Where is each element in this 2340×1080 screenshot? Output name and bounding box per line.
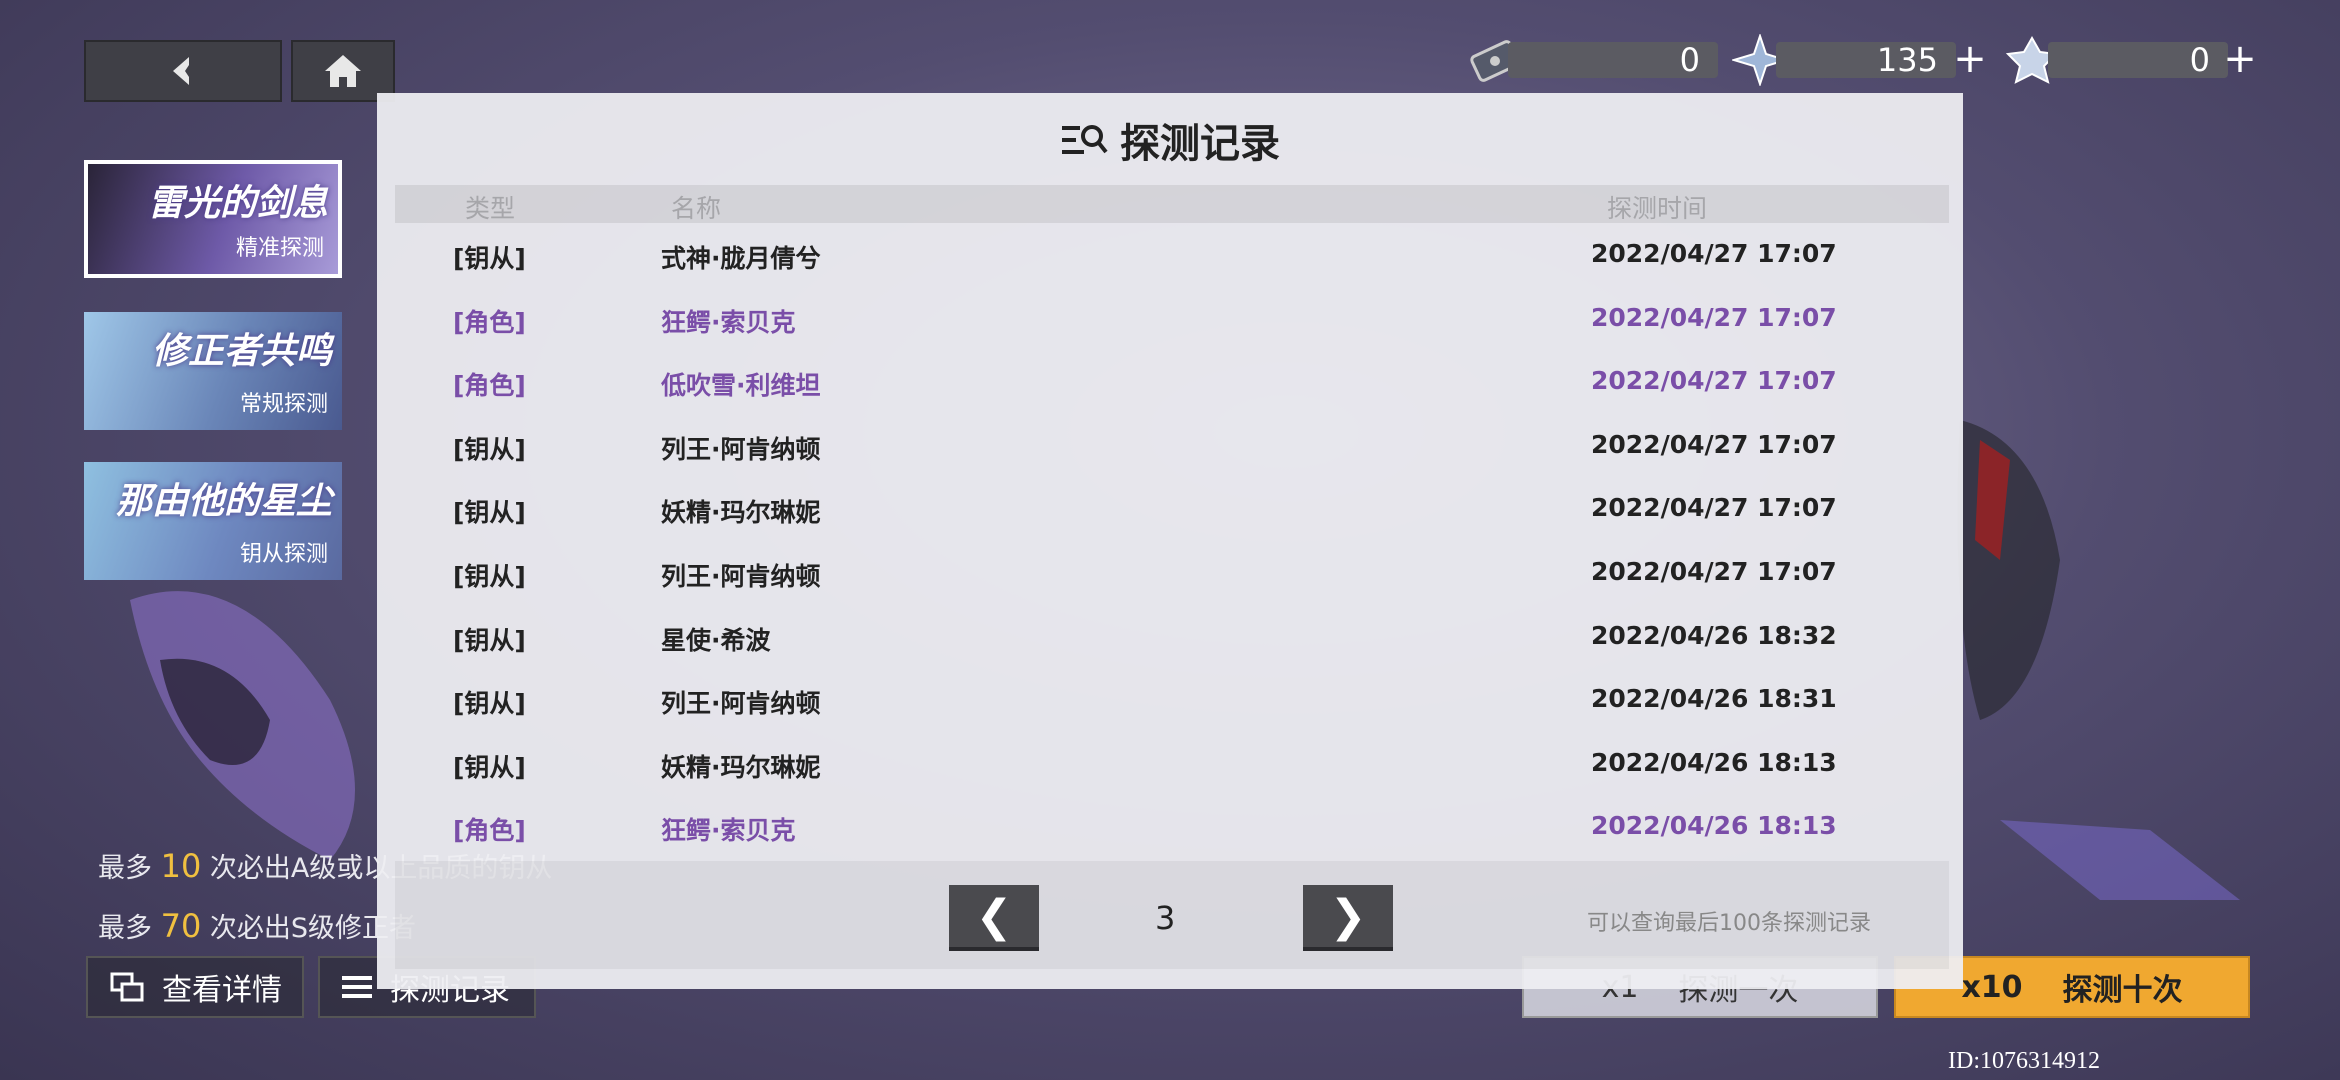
record-type: [钥从] <box>453 562 526 591</box>
records-modal: 探测记录 类型 名称 探测时间 [钥从] 式神·胧月倩兮 2022/04/27 17… <box>377 93 1963 989</box>
back-arrow-icon <box>173 57 189 85</box>
home-icon <box>325 55 361 87</box>
record-name: 狂鳄·索贝克 <box>661 307 796 337</box>
record-time: 2022/04/27 17:07 <box>1591 239 1837 268</box>
record-row: [角色] 低吹雪·利维坦 2022/04/27 17:07 <box>377 350 1963 414</box>
record-name: 列王·阿肯纳顿 <box>661 434 821 464</box>
record-type: [钥从] <box>453 752 526 782</box>
record-name: 狂鳄·索贝克 <box>661 816 796 846</box>
details-icon <box>110 972 144 1002</box>
user-id: ID:1076314912 <box>1948 1048 2100 1074</box>
record-name: 妖精·玛尔琳妮 <box>661 498 821 528</box>
col-type-header: 类型 <box>465 194 516 223</box>
record-time: 2022/04/27 17:07 <box>1591 557 1837 586</box>
banner-corrector-resonance[interactable]: 修正者共鸣 常规探测 <box>84 312 342 430</box>
record-type: [钥从] <box>453 244 526 273</box>
record-name: 列王·阿肯纳顿 <box>661 689 821 719</box>
list-icon <box>342 976 372 998</box>
record-type: [角色] <box>453 816 526 846</box>
banner-title: 那由他的星尘 <box>115 481 332 522</box>
resource-counter-1: 0 <box>1508 41 1718 79</box>
record-time: 2022/04/27 17:07 <box>1591 429 1837 459</box>
record-type: [角色] <box>453 371 526 401</box>
record-name: 列王·阿肯纳顿 <box>661 562 821 591</box>
modal-title: 探测记录 <box>377 111 1963 169</box>
record-type: [角色] <box>453 307 526 337</box>
col-time-header: 探测时间 <box>1607 194 1708 223</box>
page-number: 3 <box>1155 899 1176 937</box>
record-row: [钥从] 妖精·玛尔琳妮 2022/04/27 17:07 <box>377 477 1963 541</box>
record-time: 2022/04/27 17:07 <box>1591 493 1837 523</box>
record-name: 低吹雪·利维坦 <box>661 371 821 401</box>
record-search-icon <box>1062 125 1108 154</box>
banner-nayuta-stardust[interactable]: 那由他的星尘 钥从探测 <box>84 462 342 580</box>
table-header: 类型 名称 探测时间 <box>395 185 1949 223</box>
record-type: [钥从] <box>453 625 526 655</box>
add-resource-3-button[interactable]: + <box>2222 39 2258 79</box>
next-page-button[interactable]: ❯ <box>1303 885 1393 951</box>
col-name-header: 名称 <box>671 194 722 223</box>
record-time: 2022/04/26 18:13 <box>1591 811 1837 841</box>
record-time: 2022/04/27 17:07 <box>1591 366 1837 396</box>
banner-subtitle: 钥从探测 <box>239 542 328 567</box>
banner-lightning-sword[interactable]: 雷光的剑息 精准探测 <box>84 160 342 278</box>
record-row: [钥从] 妖精·玛尔琳妮 2022/04/26 18:13 <box>377 732 1963 796</box>
record-row: [钥从] 列王·阿肯纳顿 2022/04/27 17:07 <box>377 541 1963 605</box>
banner-subtitle: 精准探测 <box>235 236 324 261</box>
add-resource-2-button[interactable]: + <box>1952 39 1988 79</box>
record-type: [钥从] <box>453 689 526 719</box>
pagination: ❮ 3 ❯ 可以查询最后100条探测记录 <box>395 861 1949 969</box>
record-row: [钥从] 列王·阿肯纳顿 2022/04/27 17:07 <box>377 414 1963 478</box>
record-name: 星使·希波 <box>661 625 771 655</box>
resource-counter-2: 135 <box>1776 41 1956 79</box>
record-type: [钥从] <box>453 498 526 528</box>
banner-title: 雷光的剑息 <box>147 183 328 224</box>
record-row: [钥从] 式神·胧月倩兮 2022/04/27 17:07 <box>377 223 1963 287</box>
record-name: 式神·胧月倩兮 <box>661 244 821 273</box>
guarantee-s-text: 最多 70 次必出S级修正者 <box>98 907 417 945</box>
record-row: [钥从] 星使·希波 2022/04/26 18:32 <box>377 605 1963 669</box>
prev-page-button[interactable]: ❮ <box>949 885 1039 951</box>
banner-subtitle: 常规探测 <box>239 392 328 417</box>
banner-title: 修正者共鸣 <box>151 331 332 372</box>
record-type: [钥从] <box>453 434 526 464</box>
record-time: 2022/04/27 17:07 <box>1591 302 1837 332</box>
record-row: [角色] 狂鳄·索贝克 2022/04/27 17:07 <box>377 287 1963 351</box>
record-name: 妖精·玛尔琳妮 <box>661 752 821 782</box>
record-row: [钥从] 列王·阿肯纳顿 2022/04/26 18:31 <box>377 668 1963 732</box>
record-time: 2022/04/26 18:32 <box>1591 620 1837 650</box>
resource-counter-3: 0 <box>2048 41 2228 79</box>
view-details-button[interactable]: 查看详情 <box>86 956 304 1018</box>
records-limit-note: 可以查询最后100条探测记录 <box>1587 911 1871 936</box>
record-row: [角色] 狂鳄·索贝克 2022/04/26 18:13 <box>377 795 1963 859</box>
record-time: 2022/04/26 18:13 <box>1591 747 1837 777</box>
record-time: 2022/04/26 18:31 <box>1591 684 1837 714</box>
back-button[interactable] <box>84 40 282 102</box>
